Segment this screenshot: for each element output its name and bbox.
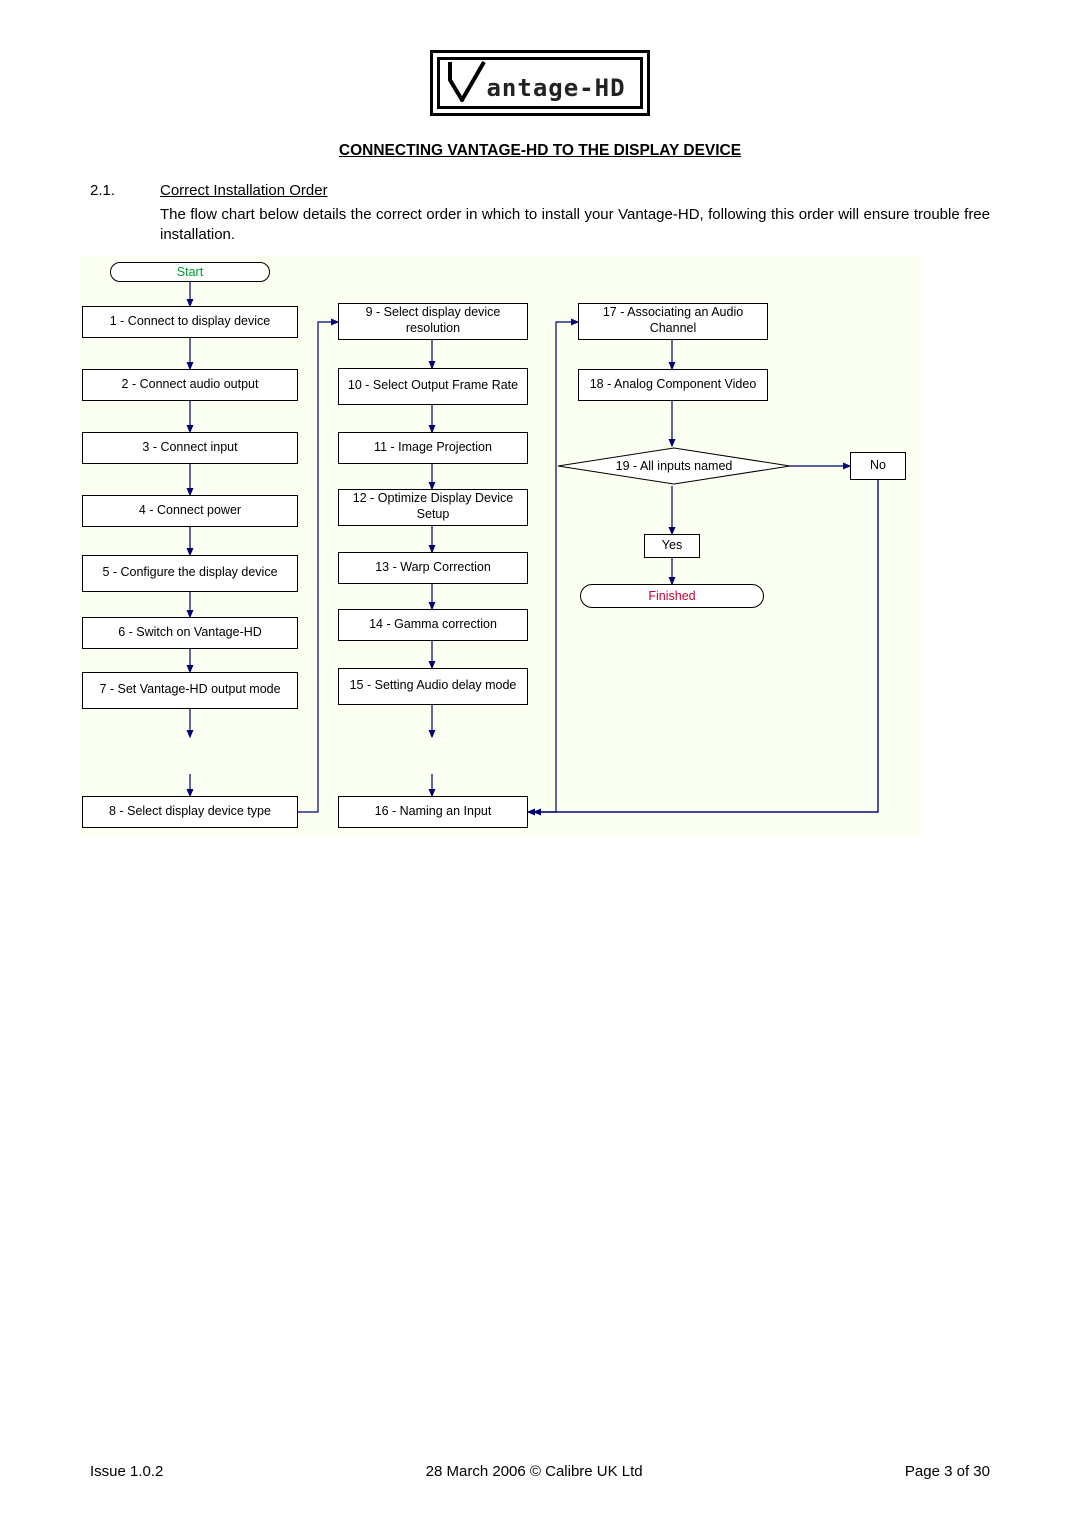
node-2: 2 - Connect audio output bbox=[82, 369, 298, 401]
page-footer: Issue 1.0.2 28 March 2006 © Calibre UK L… bbox=[90, 1463, 990, 1480]
node-9: 9 - Select display device resolution bbox=[338, 303, 528, 340]
finished-node: Finished bbox=[580, 584, 764, 608]
node-12: 12 - Optimize Display Device Setup bbox=[338, 489, 528, 526]
node-11: 11 - Image Projection bbox=[338, 432, 528, 464]
section-name: Correct Installation Order bbox=[160, 182, 328, 199]
yes-node: Yes bbox=[644, 534, 700, 558]
node-3: 3 - Connect input bbox=[82, 432, 298, 464]
flowchart-connectors bbox=[80, 256, 920, 836]
node-5: 5 - Configure the display device bbox=[82, 555, 298, 592]
no-node: No bbox=[850, 452, 906, 480]
flowchart: Start 1 - Connect to display device 2 - … bbox=[80, 256, 920, 836]
node-6: 6 - Switch on Vantage-HD bbox=[82, 617, 298, 649]
node-16: 16 - Naming an Input bbox=[338, 796, 528, 828]
page-title: CONNECTING VANTAGE-HD TO THE DISPLAY DEV… bbox=[90, 142, 990, 160]
footer-date: 28 March 2006 © Calibre UK Ltd bbox=[426, 1463, 643, 1480]
node-15: 15 - Setting Audio delay mode bbox=[338, 668, 528, 705]
footer-issue: Issue 1.0.2 bbox=[90, 1463, 163, 1480]
section-paragraph: The flow chart below details the correct… bbox=[160, 205, 990, 246]
section-heading: 2.1. Correct Installation Order bbox=[90, 182, 990, 199]
logo-text: antage-HD bbox=[486, 74, 625, 102]
decision-node: 19 - All inputs named bbox=[556, 446, 792, 486]
node-4: 4 - Connect power bbox=[82, 495, 298, 527]
node-18: 18 - Analog Component Video bbox=[578, 369, 768, 401]
checkmark-icon bbox=[448, 58, 488, 102]
node-17: 17 - Associating an Audio Channel bbox=[578, 303, 768, 340]
node-1: 1 - Connect to display device bbox=[82, 306, 298, 338]
node-7: 7 - Set Vantage-HD output mode bbox=[82, 672, 298, 709]
node-8: 8 - Select display device type bbox=[82, 796, 298, 828]
section-number: 2.1. bbox=[90, 182, 160, 199]
node-10: 10 - Select Output Frame Rate bbox=[338, 368, 528, 405]
start-node: Start bbox=[110, 262, 270, 282]
footer-page: Page 3 of 30 bbox=[905, 1463, 990, 1480]
logo: antage-HD bbox=[90, 50, 990, 116]
node-14: 14 - Gamma correction bbox=[338, 609, 528, 641]
node-13: 13 - Warp Correction bbox=[338, 552, 528, 584]
